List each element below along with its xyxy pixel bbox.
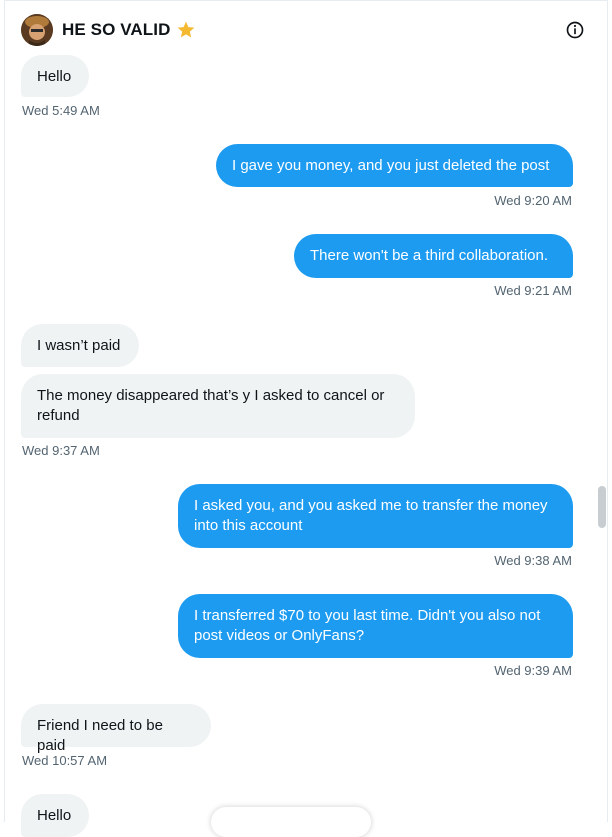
message-bubble[interactable]: I wasn’t paid: [21, 324, 139, 367]
avatar[interactable]: [21, 14, 53, 46]
message-bubble[interactable]: Friend I need to be paid: [21, 704, 211, 754]
message-bubble[interactable]: There won't be a third collaboration.: [294, 234, 573, 278]
message-timestamp: Wed 10:57 AM: [22, 753, 108, 768]
info-icon[interactable]: [565, 20, 585, 40]
conversation-title[interactable]: HE SO VALID: [62, 20, 196, 40]
message-bubble[interactable]: I transferred $70 to you last time. Didn…: [178, 594, 573, 658]
message-timestamp: Wed 5:49 AM: [22, 103, 100, 118]
star-icon: [176, 20, 196, 40]
avatar-image: [21, 14, 53, 46]
message-timestamp: Wed 9:21 AM: [494, 283, 572, 298]
message-timestamp: Wed 9:38 AM: [494, 553, 572, 568]
scroll-to-bottom-pill[interactable]: [211, 807, 371, 837]
contact-name: HE SO VALID: [62, 20, 171, 39]
message-bubble[interactable]: The money disappeared that’s y I asked t…: [21, 374, 415, 438]
message-timestamp: Wed 9:37 AM: [22, 443, 100, 458]
message-bubble[interactable]: I asked you, and you asked me to transfe…: [178, 484, 573, 548]
message-timestamp: Wed 9:20 AM: [494, 193, 572, 208]
message-bubble[interactable]: Hello: [21, 794, 89, 837]
message-timestamp: Wed 9:39 AM: [494, 663, 572, 678]
conversation-header: HE SO VALID: [5, 1, 607, 59]
dm-window: HE SO VALID Hello Wed 5:49 AM I gave you…: [4, 0, 608, 837]
message-bubble[interactable]: I gave you money, and you just deleted t…: [216, 144, 573, 187]
scrollbar-thumb[interactable]: [598, 486, 606, 528]
message-bubble[interactable]: Hello: [21, 55, 89, 97]
